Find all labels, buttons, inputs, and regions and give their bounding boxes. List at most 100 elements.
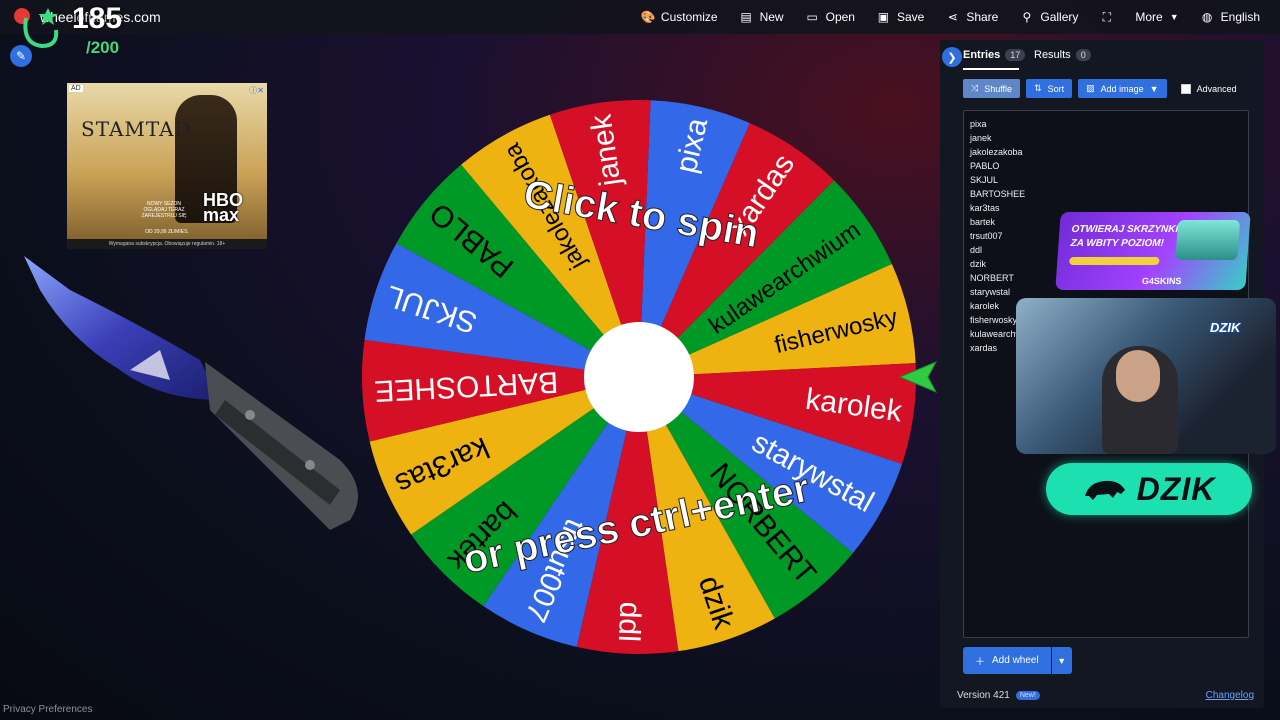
globe-icon: ◍ (1201, 10, 1213, 24)
dzik-banner: DZIK (1046, 463, 1252, 515)
dzik-label: DZIK (1136, 470, 1216, 507)
chevron-down-icon: ▼ (1149, 83, 1159, 94)
chevron-down-icon: ▼ (1057, 655, 1067, 666)
entry-line: NORBERT (970, 273, 1014, 283)
streamer-face (1116, 350, 1160, 402)
stream-counter-value: 185 (72, 2, 123, 35)
fullscreen-button[interactable]: ⛶ (1100, 10, 1113, 25)
shuffle-button[interactable]: ⤨ Shuffle (963, 79, 1021, 98)
gallery-button[interactable]: ⚲ Gallery (1020, 10, 1078, 24)
sponsor-line-2: ZA WBITY POZIOM! (1070, 238, 1165, 249)
add-wheel-dropdown[interactable]: ▼ (1051, 647, 1072, 674)
tab-results-count: 0 (1075, 49, 1091, 61)
plus-icon: ＋ (975, 657, 985, 668)
share-button[interactable]: ⋖ Share (946, 10, 999, 24)
tab-entries[interactable]: Entries 17 (963, 49, 1026, 61)
entry-line: jakolezakoba (970, 147, 1023, 157)
version-label: Version 421 (957, 690, 1010, 701)
chest-image (1175, 220, 1241, 260)
advanced-label: Advanced (1196, 83, 1237, 94)
add-wheel-button[interactable]: ＋ Add wheel (963, 647, 1051, 674)
save-label: Save (896, 10, 925, 24)
advanced-checkbox[interactable]: Advanced (1180, 83, 1237, 94)
file-icon: ▤ (740, 10, 752, 24)
tab-results[interactable]: Results 0 (1034, 49, 1091, 61)
entry-line: PABLO (970, 161, 1000, 171)
ad-footer: Wymagana subskrypcja. Obowiązuje regulam… (67, 239, 267, 249)
chevron-down-icon: ▼ (1169, 12, 1179, 22)
entry-line: kar3tas (970, 203, 1000, 213)
new-label: New (759, 10, 784, 24)
add-image-button[interactable]: ▨ Add image ▼ (1078, 79, 1167, 98)
add-image-label: Add image (1100, 83, 1144, 94)
more-button[interactable]: More ▼ (1135, 10, 1178, 24)
sort-label: Sort (1047, 83, 1065, 94)
add-wheel-group: ＋ Add wheel ▼ (963, 647, 1072, 674)
language-button[interactable]: ◍ English (1201, 10, 1260, 24)
entries-toolbar: ⤨ Shuffle ⇅ Sort ▨ Add image ▼ Advanced (963, 79, 1237, 98)
share-icon: ⋖ (947, 10, 958, 24)
cam-logo: DZIK (1210, 320, 1241, 335)
sponsor-progress-bar (1069, 257, 1160, 265)
collapse-panel-button[interactable]: ❯ (942, 47, 962, 67)
shuffle-icon: ⤨ (971, 83, 979, 93)
folder-open-icon: ▭ (806, 10, 818, 24)
search-icon: ⚲ (1022, 10, 1032, 24)
entry-line: starywstal (970, 287, 1011, 297)
save-icon: ▣ (877, 10, 890, 24)
gallery-label: Gallery (1040, 10, 1079, 24)
advertisement[interactable]: AD ⓘ✕ STAMTAD NOWY SEZON OGLĄDAJ TERAZ Z… (67, 83, 267, 249)
entry-line: dzik (970, 259, 987, 269)
checkbox-box[interactable] (1180, 83, 1191, 94)
tab-entries-count: 17 (1005, 49, 1026, 61)
top-menu: 🎨 Customize ▤ New ▭ Open ▣ Save ⋖ Share … (641, 0, 1260, 34)
more-label: More (1135, 10, 1163, 24)
ad-info-icon[interactable]: ⓘ✕ (249, 85, 264, 96)
wheel-pointer-icon (898, 361, 938, 393)
panel-tabs: ❯ Entries 17 Results 0 (940, 40, 1264, 70)
knife-image (24, 256, 358, 530)
chevron-right-icon: ❯ (947, 51, 957, 64)
wheel-center-hub[interactable] (584, 322, 694, 432)
edit-button[interactable]: ✎ (10, 45, 32, 67)
ad-tag: AD (69, 85, 83, 92)
ad-brand: HBO max (203, 190, 243, 225)
entry-line: karolek (970, 301, 1000, 311)
entry-line: xardas (970, 343, 998, 353)
ad-title: STAMTAD (81, 117, 192, 141)
sponsor-brand: G4SKINS (1141, 276, 1182, 286)
open-label: Open (825, 10, 855, 24)
entry-line: bartek (970, 217, 996, 227)
boar-icon (1084, 480, 1125, 500)
entry-line: SKJUL (970, 175, 999, 185)
entry-line: ddl (970, 245, 983, 255)
fullscreen-icon: ⛶ (1102, 9, 1112, 24)
privacy-preferences-link[interactable]: Privacy Preferences (3, 704, 92, 715)
customize-button[interactable]: 🎨 Customize (641, 10, 718, 24)
pencil-icon: ✎ (15, 49, 27, 63)
customize-label: Customize (660, 10, 718, 24)
entry-line: BARTOSHEE (970, 189, 1026, 199)
spin-wheel[interactable]: pixaxardaskulawearchwiumfisherwoskykarol… (362, 100, 916, 654)
stream-counter-total: /200 (86, 38, 120, 57)
ad-tagline: NOWY SEZON OGLĄDAJ TERAZ ZAREJESTRUJ SIĘ (127, 201, 201, 219)
new-badge: New! (1015, 691, 1040, 700)
tab-entries-label: Entries (963, 49, 1001, 61)
entry-line: fisherwosky (970, 315, 1018, 325)
shuffle-label: Shuffle (984, 83, 1013, 94)
entry-line: pixa (970, 119, 987, 129)
sort-button[interactable]: ⇅ Sort (1026, 79, 1073, 98)
open-button[interactable]: ▭ Open (806, 10, 855, 24)
wheel-segment-label: ddl (612, 601, 647, 642)
new-button[interactable]: ▤ New (740, 10, 784, 24)
ad-cta: ZAREJESTRUJ SIĘ (141, 213, 187, 219)
sort-icon: ⇅ (1034, 83, 1042, 93)
save-button[interactable]: ▣ Save (877, 10, 925, 24)
tab-active-indicator (963, 68, 1019, 70)
entry-line: janek (970, 133, 992, 143)
version-info: Version 421 New! (957, 690, 1040, 701)
webcam-overlay: DZIK (1016, 298, 1276, 454)
tab-results-label: Results (1034, 49, 1071, 61)
changelog-link[interactable]: Changelog (1206, 690, 1254, 701)
share-label: Share (966, 10, 999, 24)
